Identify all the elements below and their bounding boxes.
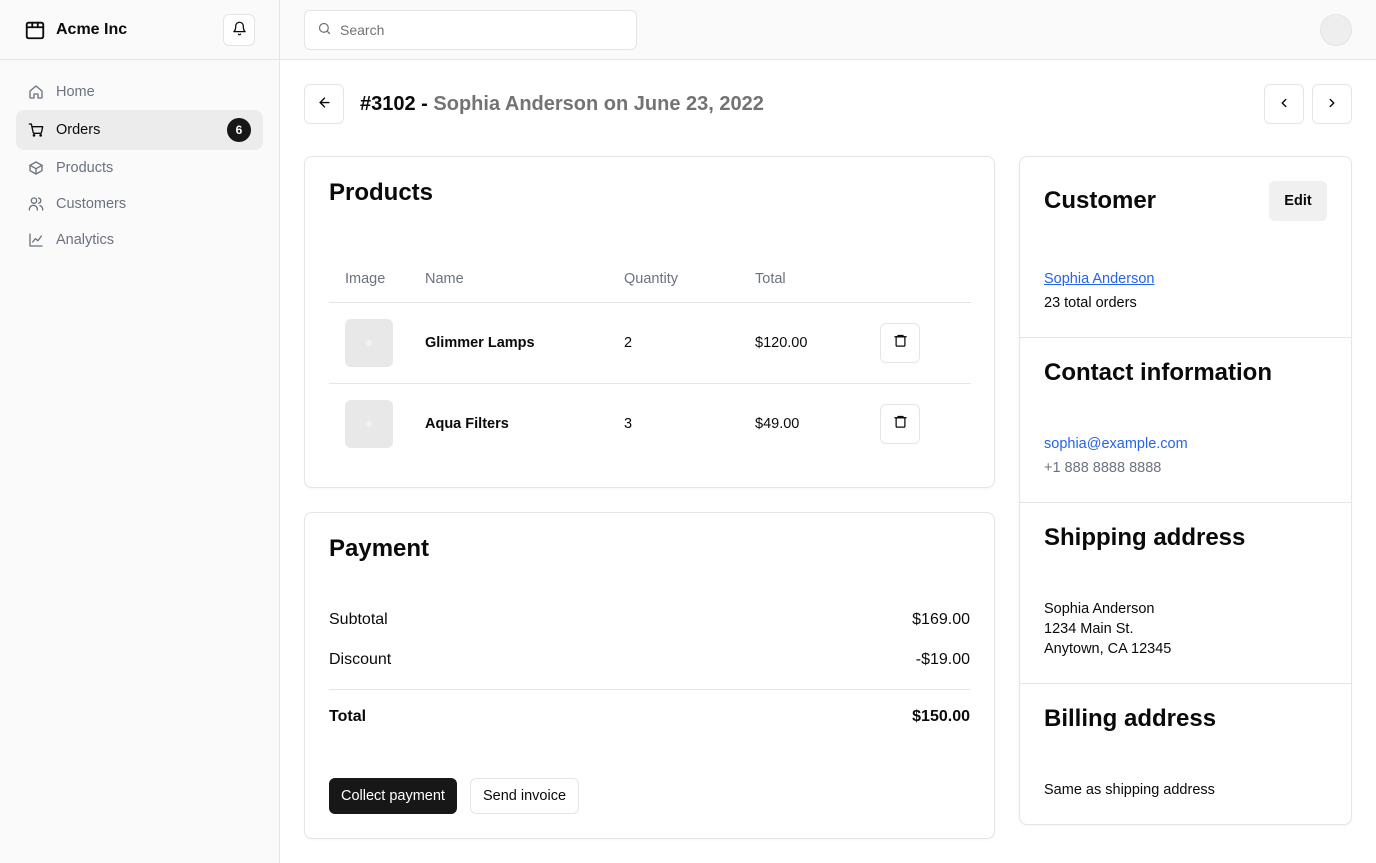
shipping-line-3: Anytown, CA 12345 [1044, 641, 1172, 657]
home-icon [28, 84, 44, 100]
products-table: Image Name Quantity Total Glimmer Lamps … [329, 257, 971, 464]
subtotal-row: Subtotal $169.00 [329, 611, 970, 629]
product-actions [880, 302, 971, 383]
customer-details-card: Customer Edit Sophia Anderson 23 total o… [1019, 156, 1352, 825]
table-header-row: Image Name Quantity Total [329, 257, 971, 303]
shipping-line-2: 1234 Main St. [1044, 621, 1134, 637]
product-quantity: 2 [624, 334, 633, 351]
payment-card: Payment Subtotal $169.00 Discount -$19.0… [304, 512, 995, 839]
package-icon [28, 160, 44, 176]
order-meta: Sophia Anderson on June 23, 2022 [433, 93, 764, 115]
product-name: Aqua Filters [425, 382, 624, 464]
column-header-image: Image [329, 257, 425, 303]
sidebar-item-label: Products [56, 160, 114, 176]
total-label: Total [329, 708, 367, 725]
line-chart-icon [28, 232, 44, 248]
discount-label: Discount [329, 651, 392, 668]
total-row: Total $150.00 [329, 708, 970, 726]
sidebar-item-customers[interactable]: Customers [16, 186, 263, 222]
sidebar-item-label: Orders [56, 122, 101, 138]
sidebar-item-analytics[interactable]: Analytics [16, 222, 263, 258]
column-header-name: Name [425, 257, 624, 303]
customer-name-line: Sophia Anderson [1044, 269, 1154, 289]
next-order-button[interactable] [1312, 84, 1352, 124]
sidebar-item-orders[interactable]: Orders 6 [16, 110, 263, 150]
product-quantity: 3 [624, 382, 755, 464]
send-invoice-button[interactable]: Send invoice [470, 778, 580, 814]
arrow-left-icon [317, 95, 332, 113]
column-header-actions [880, 257, 971, 303]
sidebar-item-label: Customers [56, 196, 127, 212]
total-value: $150.00 [912, 708, 970, 725]
billing-text: Same as shipping address [1044, 782, 1215, 798]
trash-icon [893, 333, 908, 352]
collect-payment-button[interactable]: Collect payment [329, 778, 457, 814]
product-actions [880, 382, 971, 464]
package-logo-icon[interactable] [24, 19, 46, 41]
chevron-right-icon [1325, 96, 1339, 113]
product-image-placeholder [345, 399, 393, 448]
subtotal-label: Subtotal [329, 611, 388, 628]
cart-icon [28, 122, 44, 138]
discount-value: -$19.00 [915, 651, 970, 668]
sidebar-item-label: Home [56, 84, 95, 100]
trash-icon [893, 414, 908, 433]
order-number: #3102 - [360, 93, 428, 115]
sidebar: Acme Inc Home Orders 6 Products Customer… [0, 0, 280, 863]
product-image-placeholder [345, 318, 393, 367]
back-button[interactable] [304, 84, 344, 124]
table-row: Aqua Filters 3 $49.00 [329, 382, 971, 464]
sidebar-item-label: Analytics [56, 232, 115, 248]
customer-name-link[interactable]: Sophia Anderson [1044, 271, 1154, 287]
customer-title: Customer [1044, 187, 1157, 214]
divider [329, 689, 970, 690]
billing-title: Billing address [1044, 705, 1217, 732]
shipping-line-1: Sophia Anderson [1044, 601, 1155, 617]
edit-customer-button[interactable]: Edit [1269, 181, 1327, 221]
search-icon [317, 21, 332, 39]
customer-section: Customer Edit Sophia Anderson 23 total o… [1020, 157, 1351, 338]
contact-email-line: sophia@example.com [1044, 434, 1188, 454]
brand-name[interactable]: Acme Inc [56, 21, 127, 39]
billing-section: Billing address Same as shipping address [1020, 684, 1351, 824]
contact-section: Contact information sophia@example.com +… [1020, 338, 1351, 503]
avatar[interactable] [1320, 14, 1352, 46]
delete-product-button[interactable] [880, 322, 920, 363]
search-input[interactable] [340, 22, 620, 38]
orders-count-badge: 6 [227, 118, 251, 142]
chevron-left-icon [1277, 96, 1291, 113]
sidebar-item-home[interactable]: Home [16, 74, 263, 110]
table-row: Glimmer Lamps 2 $120.00 [329, 302, 971, 383]
contact-title: Contact information [1044, 359, 1272, 386]
product-total: $49.00 [755, 382, 880, 464]
search-box[interactable] [304, 10, 637, 50]
contact-phone: +1 888 8888 8888 [1044, 460, 1162, 476]
product-image-cell [329, 302, 425, 383]
topbar [280, 0, 1376, 60]
discount-row: Discount -$19.00 [329, 651, 970, 669]
products-card: Products Image Name Quantity Total Glimm… [304, 156, 995, 488]
subtotal-value: $169.00 [912, 611, 970, 628]
payment-title: Payment [329, 535, 430, 562]
sidebar-nav: Home Orders 6 Products Customers Analyti… [0, 60, 279, 272]
previous-order-button[interactable] [1264, 84, 1304, 124]
product-total: $120.00 [755, 334, 808, 351]
delete-product-button[interactable] [880, 403, 920, 444]
shipping-section: Shipping address Sophia Anderson 1234 Ma… [1020, 503, 1351, 684]
product-image-cell [329, 382, 425, 464]
shipping-title: Shipping address [1044, 524, 1246, 551]
column-header-quantity: Quantity [624, 257, 755, 303]
product-name: Glimmer Lamps [425, 334, 535, 351]
customer-orders: 23 total orders [1044, 295, 1137, 311]
users-icon [28, 196, 44, 212]
notifications-button[interactable] [223, 14, 255, 46]
products-title: Products [329, 179, 434, 206]
page-title: #3102 - Sophia Anderson on June 23, 2022 [360, 91, 764, 117]
sidebar-item-products[interactable]: Products [16, 150, 263, 186]
bell-icon [232, 21, 247, 39]
column-header-total: Total [755, 257, 880, 303]
brand-bar: Acme Inc [0, 0, 279, 60]
contact-email-link[interactable]: sophia@example.com [1044, 436, 1188, 452]
